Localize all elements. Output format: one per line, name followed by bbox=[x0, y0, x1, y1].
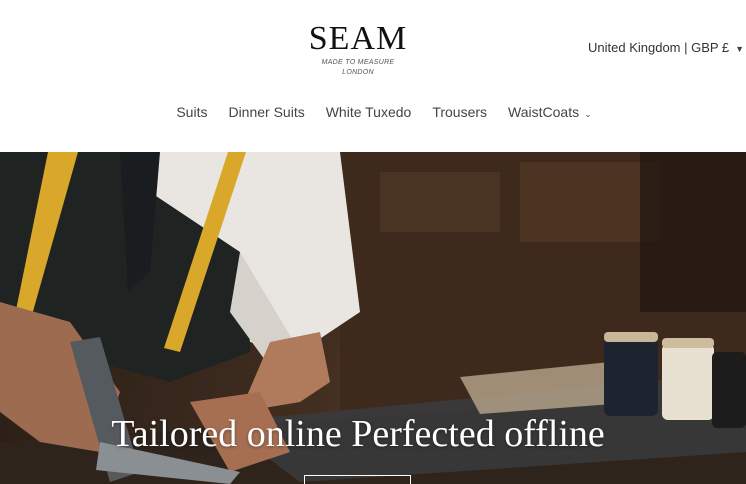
nav-item-label: Suits bbox=[176, 104, 208, 120]
nav-item-label: Dinner Suits bbox=[228, 104, 305, 120]
country-currency-label: United Kingdom | GBP £ bbox=[588, 40, 730, 55]
hero-cta-button[interactable] bbox=[304, 475, 411, 484]
brand-logo[interactable]: SEAM MADE TO MEASURE LONDON bbox=[300, 20, 416, 78]
brand-tagline-1: MADE TO MEASURE bbox=[321, 59, 395, 66]
chevron-down-icon: ▼ bbox=[735, 44, 745, 54]
hero-banner: Tailored online Perfected offline bbox=[0, 152, 746, 484]
nav-item-label: Trousers bbox=[432, 104, 488, 120]
nav-item-label: WaistCoats bbox=[508, 104, 580, 120]
nav-item-dinner-suits[interactable]: Dinner Suits bbox=[228, 102, 304, 124]
nav-item-white-tuxedo[interactable]: White Tuxedo bbox=[326, 102, 412, 124]
brand-tagline-2: LONDON bbox=[342, 69, 374, 76]
nav-item-waistcoats[interactable]: WaistCoats ⌄ bbox=[508, 102, 592, 124]
brand-name: SEAM bbox=[308, 20, 408, 57]
nav-item-trousers[interactable]: Trousers bbox=[432, 102, 487, 124]
main-nav: Suits Dinner Suits White Tuxedo Trousers… bbox=[0, 102, 746, 124]
hero-title: Tailored online Perfected offline bbox=[111, 413, 605, 455]
nav-item-suits[interactable]: Suits bbox=[176, 102, 207, 124]
chevron-down-icon: ⌄ bbox=[584, 109, 592, 119]
nav-item-label: White Tuxedo bbox=[325, 104, 412, 120]
country-currency-selector[interactable]: United Kingdom | GBP £ ▼ bbox=[588, 40, 744, 55]
site-header: SEAM MADE TO MEASURE LONDON United Kingd… bbox=[0, 0, 746, 152]
